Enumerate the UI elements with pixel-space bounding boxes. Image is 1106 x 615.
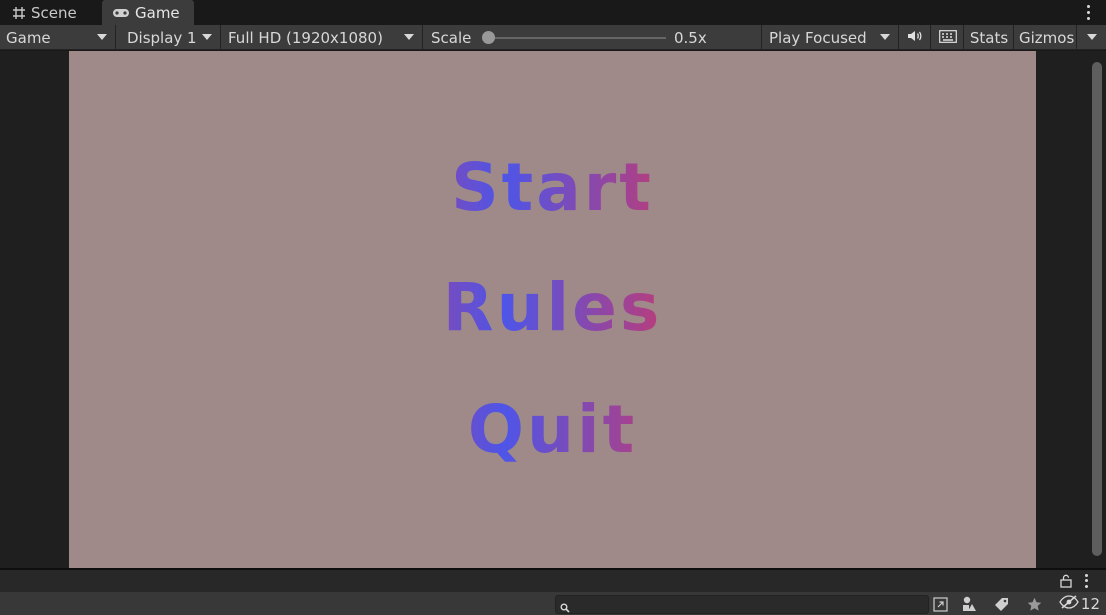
caret-down-icon	[880, 34, 890, 40]
tab-label: Scene	[31, 3, 77, 22]
grid-icon	[12, 6, 26, 20]
scale-value: 0.5x	[674, 28, 707, 47]
vertical-scrollbar[interactable]	[1092, 62, 1102, 556]
quit-button[interactable]: Quit	[69, 390, 1036, 470]
shapes-filter-icon[interactable]	[960, 595, 978, 613]
gizmos-label: Gizmos	[1019, 28, 1075, 47]
caret-down-icon	[97, 34, 107, 40]
play-mode-value: Play Focused	[769, 28, 867, 47]
gamepad-icon	[112, 7, 130, 19]
hidden-count: 12	[1080, 594, 1100, 613]
caret-down-icon	[404, 34, 414, 40]
rules-button[interactable]: Rules	[69, 268, 1036, 348]
gizmos-toggle[interactable]: Gizmos	[1015, 25, 1077, 50]
search-icon	[560, 599, 570, 615]
caret-down-icon	[1087, 34, 1097, 40]
view-mode-value: Game	[6, 28, 51, 47]
display-dropdown[interactable]: Display 1	[117, 25, 221, 50]
resolution-dropdown[interactable]: Full HD (1920x1080)	[222, 25, 423, 50]
gizmos-dropdown[interactable]	[1078, 25, 1106, 50]
view-mode-dropdown[interactable]: Game	[0, 25, 116, 50]
tab-scene[interactable]: Scene	[2, 0, 100, 25]
start-button[interactable]: Start	[69, 148, 1036, 228]
search-input[interactable]	[555, 595, 929, 614]
scale-slider-track[interactable]	[488, 37, 666, 39]
panel-menu-icon[interactable]	[1082, 573, 1090, 589]
scale-slider-thumb[interactable]	[482, 31, 495, 44]
display-value: Display 1	[127, 28, 197, 47]
more-options-icon[interactable]	[1084, 3, 1092, 21]
game-view-toolbar: Game Display 1 Full HD (1920x1080) Scale…	[0, 25, 1106, 50]
caret-down-icon	[202, 34, 212, 40]
status-bar: 12	[0, 592, 1106, 615]
open-external-icon[interactable]	[932, 595, 948, 613]
play-mode-dropdown[interactable]: Play Focused	[763, 25, 899, 50]
keyboard-icon	[938, 29, 957, 47]
lock-icon[interactable]	[1060, 574, 1072, 592]
scale-label: Scale	[431, 28, 472, 47]
scale-control: Scale 0.5x	[424, 25, 762, 50]
speaker-icon	[907, 29, 923, 47]
stats-toggle[interactable]: Stats	[965, 25, 1014, 50]
hidden-objects-toggle[interactable]: 12	[1059, 592, 1100, 615]
eye-slash-icon	[1059, 594, 1079, 613]
mute-audio-button[interactable]	[900, 25, 931, 50]
game-canvas[interactable]: Start Rules Quit	[69, 51, 1036, 568]
lower-panel-header	[0, 570, 1106, 592]
window-tab-bar: Scene Game	[0, 0, 1106, 25]
tag-icon[interactable]	[993, 595, 1009, 613]
tab-game[interactable]: Game	[102, 0, 194, 25]
favorites-star-icon[interactable]	[1026, 595, 1043, 613]
stats-label: Stats	[969, 28, 1009, 47]
keyboard-shortcuts-button[interactable]	[932, 25, 964, 50]
resolution-value: Full HD (1920x1080)	[228, 28, 383, 47]
game-viewport: Start Rules Quit	[0, 51, 1106, 568]
tab-label: Game	[135, 3, 180, 22]
